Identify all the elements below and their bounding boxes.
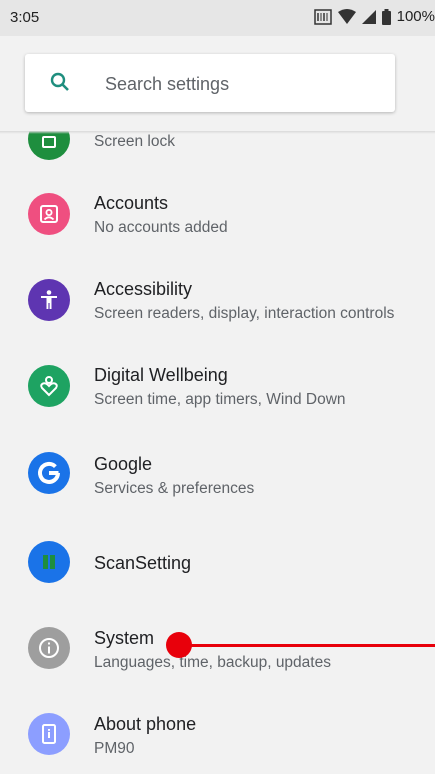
scan-notification-icon	[313, 8, 332, 25]
item-title: Digital Wellbeing	[94, 365, 228, 385]
list-item-accessibility[interactable]: Accessibility Screen readers, display, i…	[0, 256, 435, 342]
item-subtitle: Screen lock	[94, 133, 175, 150]
item-subtitle: Services & preferences	[94, 480, 255, 497]
list-item-scansetting[interactable]: ScanSetting	[0, 519, 435, 605]
list-item-system[interactable]: System Languages, time, backup, updates	[0, 604, 435, 690]
touch-trail	[179, 644, 435, 647]
item-title: Google	[94, 454, 153, 474]
item-subtitle: Languages, time, backup, updates	[94, 654, 331, 671]
status-icons: 100%	[313, 8, 435, 25]
lock-icon	[28, 131, 70, 160]
accessibility-icon	[28, 279, 70, 321]
battery-icon	[381, 8, 391, 25]
phone-info-icon	[28, 713, 70, 755]
item-subtitle: Screen readers, display, interaction con…	[94, 305, 395, 322]
header-shadow	[0, 131, 435, 134]
cell-signal-icon	[361, 9, 376, 24]
item-subtitle: No accounts added	[94, 219, 228, 236]
google-g-icon	[28, 452, 70, 494]
item-title: ScanSetting	[94, 553, 192, 573]
search-bar[interactable]: Search settings	[25, 54, 395, 112]
scan-setting-icon	[28, 541, 70, 583]
item-subtitle: PM90	[94, 740, 135, 757]
wifi-icon	[337, 8, 356, 24]
battery-percent: 100%	[396, 8, 435, 25]
item-title: About phone	[94, 714, 197, 734]
status-time: 3:05	[10, 9, 40, 26]
item-subtitle: Screen time, app timers, Wind Down	[94, 391, 346, 408]
search-placeholder: Search settings	[105, 74, 230, 94]
status-bar: 3:05 100%	[0, 0, 435, 36]
wellbeing-heart-icon	[28, 365, 70, 407]
search-icon	[50, 72, 69, 91]
touch-point	[166, 632, 192, 658]
list-item-accounts[interactable]: Accounts No accounts added	[0, 170, 435, 256]
item-title: Accounts	[94, 193, 169, 213]
info-icon	[28, 627, 70, 669]
item-title: System	[94, 628, 155, 648]
list-item-digital-wellbeing[interactable]: Digital Wellbeing Screen time, app timer…	[0, 342, 435, 428]
list-item-google[interactable]: Google Services & preferences	[0, 428, 435, 514]
settings-list[interactable]: Screen lock Accounts No accounts added A…	[0, 131, 435, 774]
list-item-about-phone[interactable]: About phone PM90	[0, 690, 435, 774]
item-title: Accessibility	[94, 279, 193, 299]
account-box-icon	[28, 193, 70, 235]
